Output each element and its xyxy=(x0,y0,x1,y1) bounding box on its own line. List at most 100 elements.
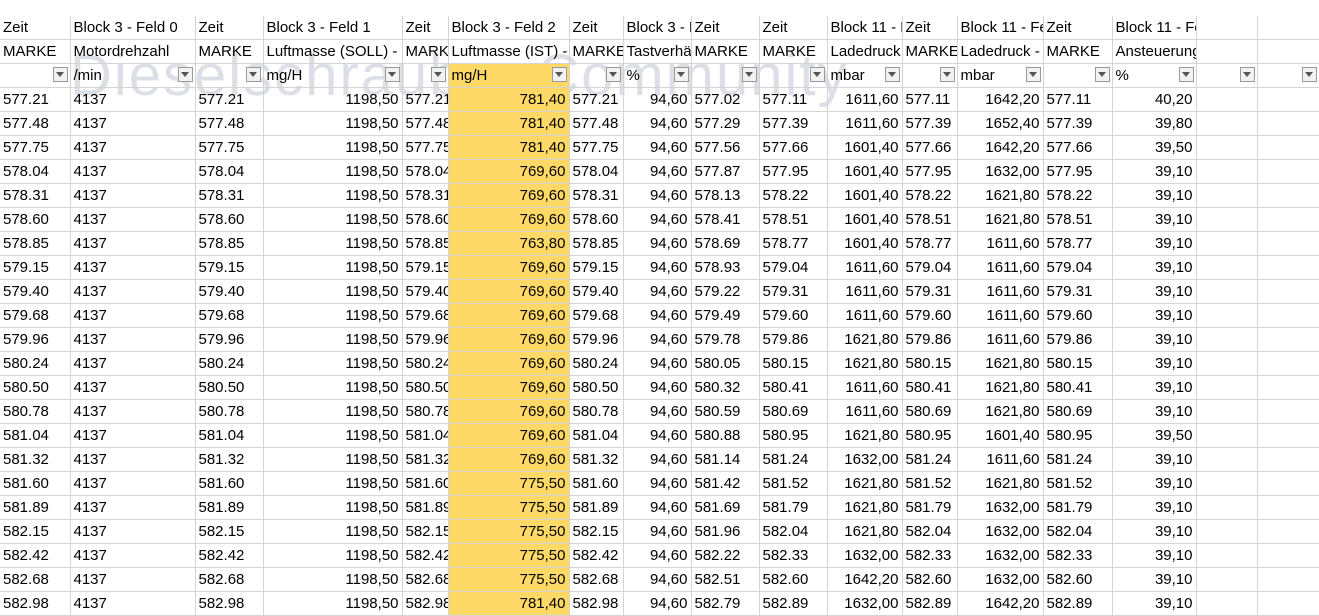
header-cell[interactable] xyxy=(1257,39,1319,64)
filter-dropdown-icon[interactable] xyxy=(1094,67,1110,82)
table-cell[interactable]: 580.24 xyxy=(0,351,71,376)
table-cell[interactable]: 579.40 xyxy=(0,279,71,304)
table-cell[interactable] xyxy=(1196,303,1258,328)
table-cell[interactable]: 39,10 xyxy=(1112,471,1197,496)
table-cell[interactable]: 577.21 xyxy=(0,87,71,112)
table-cell[interactable]: 39,10 xyxy=(1112,159,1197,184)
table-cell[interactable]: 94,60 xyxy=(623,183,692,208)
table-cell[interactable]: 578.13 xyxy=(691,183,760,208)
table-cell[interactable]: 4137 xyxy=(70,519,196,544)
table-cell[interactable]: 579.22 xyxy=(691,279,760,304)
table-cell[interactable]: 577.39 xyxy=(1043,111,1113,136)
table-cell[interactable]: 1198,50 xyxy=(263,543,403,568)
table-cell[interactable]: 577.48 xyxy=(0,111,71,136)
table-cell[interactable]: 39,10 xyxy=(1112,375,1197,400)
table-cell[interactable]: 39,50 xyxy=(1112,423,1197,448)
table-cell[interactable]: 775,50 xyxy=(448,567,570,592)
table-cell[interactable]: 581.32 xyxy=(569,447,624,472)
table-cell[interactable]: 582.68 xyxy=(0,567,71,592)
table-cell[interactable]: 580.24 xyxy=(569,351,624,376)
table-cell[interactable] xyxy=(1257,399,1319,424)
table-cell[interactable]: 39,50 xyxy=(1112,135,1197,160)
table-cell[interactable]: 581.42 xyxy=(691,471,760,496)
table-cell[interactable]: 769,60 xyxy=(448,183,570,208)
table-cell[interactable]: 578.04 xyxy=(569,159,624,184)
table-cell[interactable]: 579.15 xyxy=(569,255,624,280)
table-cell[interactable]: 4137 xyxy=(70,591,196,616)
table-cell[interactable]: 577.29 xyxy=(691,111,760,136)
table-cell[interactable]: 581.60 xyxy=(195,471,264,496)
table-cell[interactable]: 577.21 xyxy=(402,87,449,112)
table-cell[interactable]: 581.52 xyxy=(902,471,958,496)
table-cell[interactable]: 582.60 xyxy=(759,567,828,592)
table-cell[interactable]: 39,10 xyxy=(1112,399,1197,424)
table-cell[interactable] xyxy=(1257,183,1319,208)
table-cell[interactable] xyxy=(1196,231,1258,256)
table-cell[interactable] xyxy=(1196,447,1258,472)
table-cell[interactable]: 582.04 xyxy=(1043,519,1113,544)
table-cell[interactable]: 580.59 xyxy=(691,399,760,424)
table-cell[interactable]: 769,60 xyxy=(448,447,570,472)
table-cell[interactable]: 769,60 xyxy=(448,423,570,448)
table-cell[interactable]: 580.15 xyxy=(902,351,958,376)
table-cell[interactable]: 769,60 xyxy=(448,399,570,424)
table-cell[interactable]: 94,60 xyxy=(623,495,692,520)
table-cell[interactable]: 578.77 xyxy=(902,231,958,256)
table-cell[interactable]: 94,60 xyxy=(623,231,692,256)
table-cell[interactable]: 39,10 xyxy=(1112,447,1197,472)
table-cell[interactable] xyxy=(1196,207,1258,232)
table-cell[interactable]: 579.86 xyxy=(759,327,828,352)
table-cell[interactable]: 582.60 xyxy=(1043,567,1113,592)
table-cell[interactable]: 579.68 xyxy=(0,303,71,328)
table-cell[interactable]: 1642,20 xyxy=(957,87,1044,112)
table-cell[interactable]: 4137 xyxy=(70,543,196,568)
table-cell[interactable]: 781,40 xyxy=(448,135,570,160)
table-cell[interactable]: 580.95 xyxy=(902,423,958,448)
table-cell[interactable]: 94,60 xyxy=(623,87,692,112)
table-cell[interactable]: 582.42 xyxy=(569,543,624,568)
header-cell[interactable]: MARKE xyxy=(902,39,958,64)
table-cell[interactable]: 1198,50 xyxy=(263,111,403,136)
table-cell[interactable]: 579.96 xyxy=(569,327,624,352)
table-cell[interactable]: 769,60 xyxy=(448,255,570,280)
table-cell[interactable]: 582.33 xyxy=(902,543,958,568)
table-cell[interactable]: 94,60 xyxy=(623,375,692,400)
filter-dropdown-icon[interactable] xyxy=(741,67,757,82)
table-cell[interactable]: 1198,50 xyxy=(263,519,403,544)
table-cell[interactable]: 582.51 xyxy=(691,567,760,592)
table-cell[interactable]: 4137 xyxy=(70,447,196,472)
table-cell[interactable]: 1621,80 xyxy=(957,351,1044,376)
table-cell[interactable]: 1621,80 xyxy=(957,471,1044,496)
table-cell[interactable]: 579.68 xyxy=(402,303,449,328)
table-cell[interactable] xyxy=(1257,231,1319,256)
table-cell[interactable]: 769,60 xyxy=(448,375,570,400)
table-cell[interactable]: 4137 xyxy=(70,255,196,280)
table-cell[interactable]: 582.42 xyxy=(0,543,71,568)
table-cell[interactable]: 582.79 xyxy=(691,591,760,616)
table-cell[interactable]: 581.79 xyxy=(902,495,958,520)
filter-dropdown-icon[interactable] xyxy=(809,67,825,82)
table-cell[interactable]: 578.85 xyxy=(0,231,71,256)
table-cell[interactable]: 94,60 xyxy=(623,567,692,592)
table-cell[interactable]: 769,60 xyxy=(448,303,570,328)
unit-cell[interactable] xyxy=(1196,63,1258,88)
table-cell[interactable]: 39,10 xyxy=(1112,231,1197,256)
table-cell[interactable]: 580.15 xyxy=(759,351,828,376)
table-cell[interactable]: 1198,50 xyxy=(263,591,403,616)
table-cell[interactable]: 580.41 xyxy=(1043,375,1113,400)
table-cell[interactable] xyxy=(1196,423,1258,448)
table-cell[interactable]: 94,60 xyxy=(623,399,692,424)
unit-cell[interactable] xyxy=(759,63,828,88)
table-cell[interactable]: 4137 xyxy=(70,423,196,448)
table-cell[interactable]: 582.89 xyxy=(759,591,828,616)
table-cell[interactable]: 1611,60 xyxy=(957,327,1044,352)
header-cell[interactable]: MARKE xyxy=(569,39,624,64)
header-cell[interactable]: Zeit xyxy=(759,16,828,40)
table-cell[interactable]: 1621,80 xyxy=(957,399,1044,424)
table-cell[interactable]: 577.95 xyxy=(902,159,958,184)
table-cell[interactable] xyxy=(1257,495,1319,520)
table-cell[interactable]: 581.60 xyxy=(569,471,624,496)
table-cell[interactable]: 1621,80 xyxy=(827,471,903,496)
table-cell[interactable]: 1632,00 xyxy=(957,543,1044,568)
table-cell[interactable]: 580.32 xyxy=(691,375,760,400)
